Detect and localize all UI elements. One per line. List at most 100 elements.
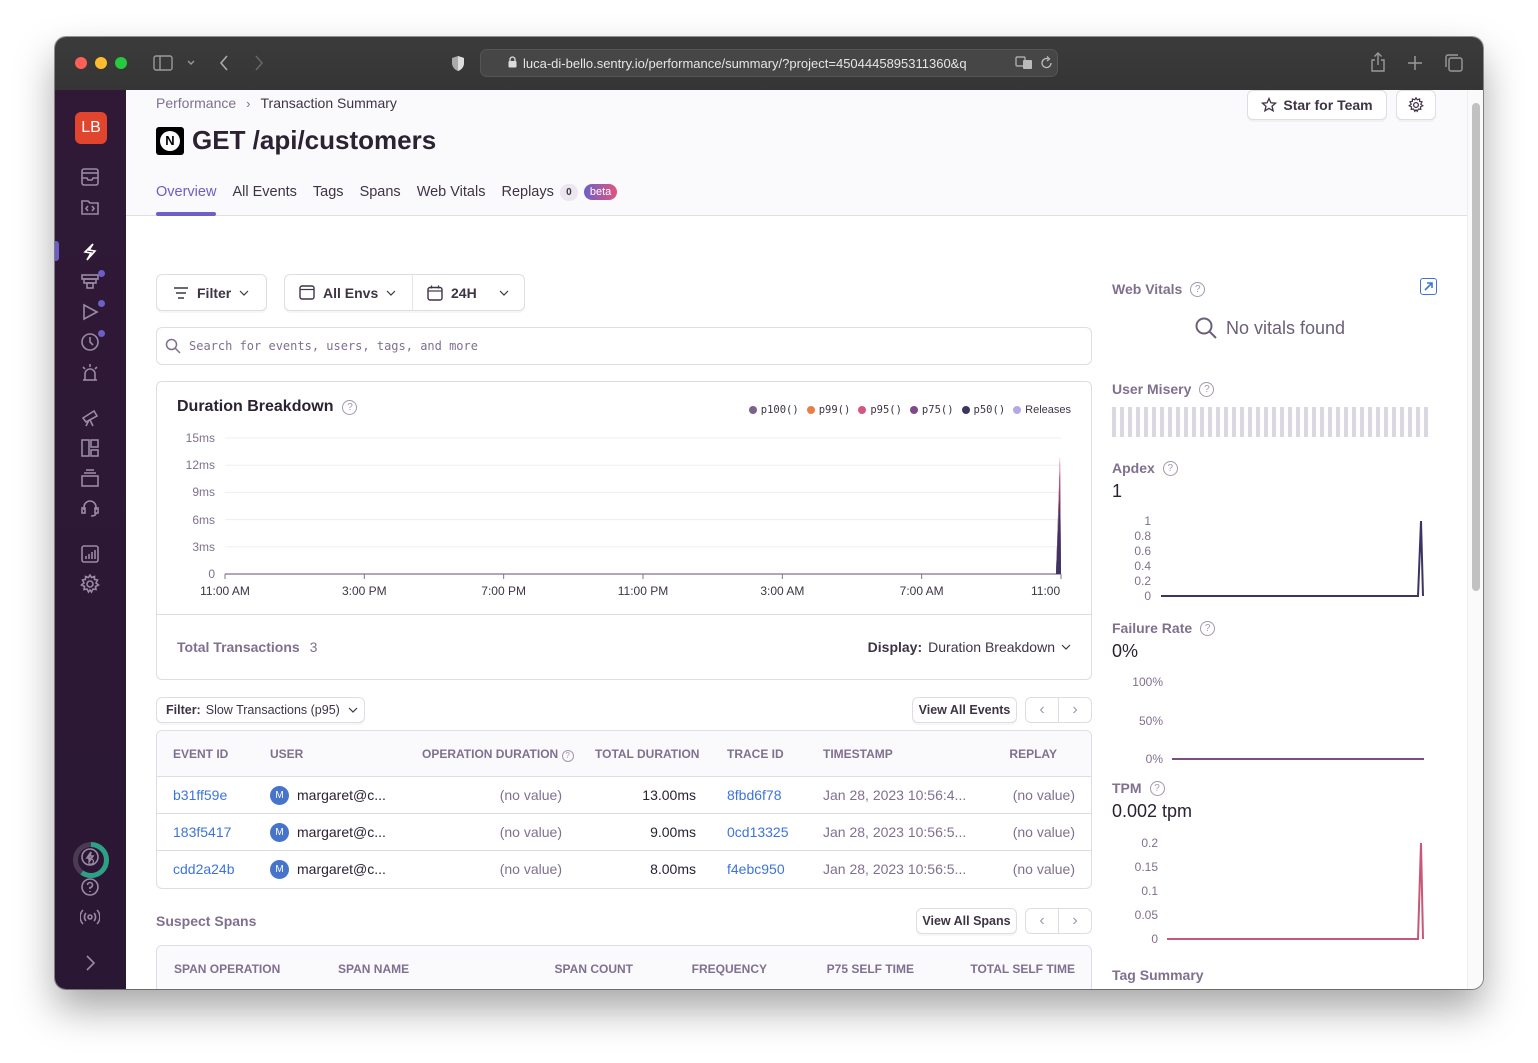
help-icon[interactable]: ? [561,749,574,762]
series-line-apdex[interactable] [1161,520,1424,597]
settings-button[interactable] [1396,90,1436,120]
broadcast-icon[interactable] [79,906,101,928]
new-tab-icon[interactable] [1406,54,1424,72]
help-icon[interactable]: ? [1149,780,1165,796]
trace-id-link[interactable]: 0cd13325 [727,824,789,840]
star-for-team-button[interactable]: Star for Team [1247,90,1387,120]
help-icon[interactable]: ? [1199,381,1215,397]
tab-spans[interactable]: Spans [360,184,401,216]
no-vitals-empty-state: No vitals found [1194,316,1345,340]
tpm-chart[interactable]: 0 0.05 0.1 0.15 0.2 [1112,833,1432,946]
page-header: Performance › Transaction Summary N GET … [126,90,1467,216]
tab-overview[interactable]: Overview [156,184,217,216]
back-icon[interactable] [217,53,231,73]
org-avatar[interactable]: LB [75,112,107,144]
previous-page-button[interactable]: ‹ [1026,698,1059,722]
user-misery-stripes [1112,407,1428,437]
support-icon[interactable] [79,497,101,519]
chevron-right-icon[interactable] [79,952,101,974]
timestamp: Jan 28, 2023 10:56:5... [823,861,967,877]
sidebar: LB 5 [55,90,126,989]
apdex-chart[interactable]: 0 0.2 0.4 0.6 0.8 1 [1112,513,1432,603]
lightning-icon[interactable] [79,241,101,263]
view-all-events-button[interactable]: View All Events [912,697,1017,723]
misery-segment [1280,407,1284,437]
misery-segment [1144,407,1148,437]
misery-segment [1400,407,1404,437]
translate-icon[interactable] [1014,54,1034,72]
tabs-overview-icon[interactable] [1444,53,1464,73]
releases-icon[interactable] [79,467,101,489]
series-line-tpm[interactable] [1167,842,1424,940]
chevron-down-icon[interactable] [185,56,197,70]
stats-icon[interactable] [79,543,101,565]
code-folder-icon[interactable] [79,196,101,218]
y-tick-label: 0.05 [1134,908,1158,922]
table-row[interactable]: b31ff59e margaret@c... (no value) 13.00ms 8f… [157,777,1091,814]
tpm-title: TPM ? [1112,780,1165,796]
misery-segment [1368,407,1372,437]
reload-icon[interactable] [1038,54,1054,72]
tab-all-events[interactable]: All Events [232,184,296,216]
question-icon[interactable] [79,876,101,898]
address-bar[interactable]: luca-di-bello.sentry.io/performance/summ… [480,49,1058,77]
misery-segment [1304,407,1308,437]
gear-icon[interactable] [79,573,101,595]
event-id-link[interactable]: b31ff59e [173,787,227,803]
shield-icon[interactable] [450,53,466,73]
minimize-window-button[interactable] [95,57,107,69]
search-input[interactable]: Search for events, users, tags, and more [156,327,1092,365]
tab-replays[interactable]: Replays 0 beta [501,184,618,216]
breadcrumb-performance[interactable]: Performance [156,95,236,111]
trace-id-link[interactable]: f4ebc950 [727,861,785,877]
replays-count-badge: 0 [559,184,578,201]
forward-icon[interactable] [252,53,266,73]
transaction-filter-dropdown[interactable]: Filter: Slow Transactions (p95) [156,697,365,723]
environment-selector[interactable]: All Envs [285,275,413,310]
open-in-new-icon[interactable] [1420,278,1437,295]
filter-dropdown[interactable]: Filter [156,274,267,311]
next-page-button[interactable]: › [1059,698,1091,722]
previous-page-button[interactable]: ‹ [1026,909,1059,933]
date-range-selector[interactable]: 24H [413,275,524,310]
zoom-window-button[interactable] [115,57,127,69]
total-duration: 13.00ms [642,787,696,803]
user-misery-title: User Misery ? [1112,381,1215,397]
view-all-spans-button[interactable]: View All Spans [916,908,1017,934]
help-icon[interactable]: ? [1200,620,1216,636]
tab-web-vitals[interactable]: Web Vitals [417,184,486,216]
trace-id-link[interactable]: 8fbd6f78 [727,787,782,803]
page-scrollbar[interactable] [1467,90,1483,989]
event-id-link[interactable]: cdd2a24b [173,861,235,877]
mini-chart-svg [1161,520,1424,597]
display-selector[interactable]: Display: Duration Breakdown [868,639,1071,655]
y-tick-label: 50% [1138,713,1163,728]
table-row[interactable]: 183f5417 margaret@c... (no value) 9.00ms 0cd… [157,814,1091,851]
table-row[interactable]: cdd2a24b margaret@c... (no value) 8.00ms f4e… [157,851,1091,888]
lightning-circle-icon[interactable] [79,846,101,868]
misery-segment [1328,407,1332,437]
help-icon[interactable]: ? [1162,460,1178,476]
inbox-icon[interactable] [79,166,101,188]
share-icon[interactable] [1369,51,1387,73]
duration-chart[interactable] [157,382,1093,612]
user-misery-bar[interactable] [1112,407,1430,437]
tpm-value: 0.002 tpm [1112,801,1193,821]
breadcrumb-separator-icon: › [246,95,251,111]
close-window-button[interactable] [75,57,87,69]
scrollbar-thumb[interactable] [1472,103,1480,591]
x-tick-label: 7:00 PM [481,584,526,598]
siren-icon[interactable] [79,362,101,384]
telescope-icon[interactable] [79,407,101,429]
user-avatar: M [270,860,289,879]
next-page-button[interactable]: › [1059,909,1091,933]
failure-rate-chart[interactable]: 0% 50% 100% [1112,673,1432,768]
transaction-name: GET /api/customers [192,125,437,155]
help-icon[interactable]: ? [1190,281,1206,297]
sidebar-toggle-icon[interactable] [153,54,173,72]
tab-tags[interactable]: Tags [313,184,344,216]
dashboard-icon[interactable] [79,437,101,459]
misery-segment [1336,407,1340,437]
operation-duration: (no value) [499,861,562,877]
event-id-link[interactable]: 183f5417 [173,824,231,840]
